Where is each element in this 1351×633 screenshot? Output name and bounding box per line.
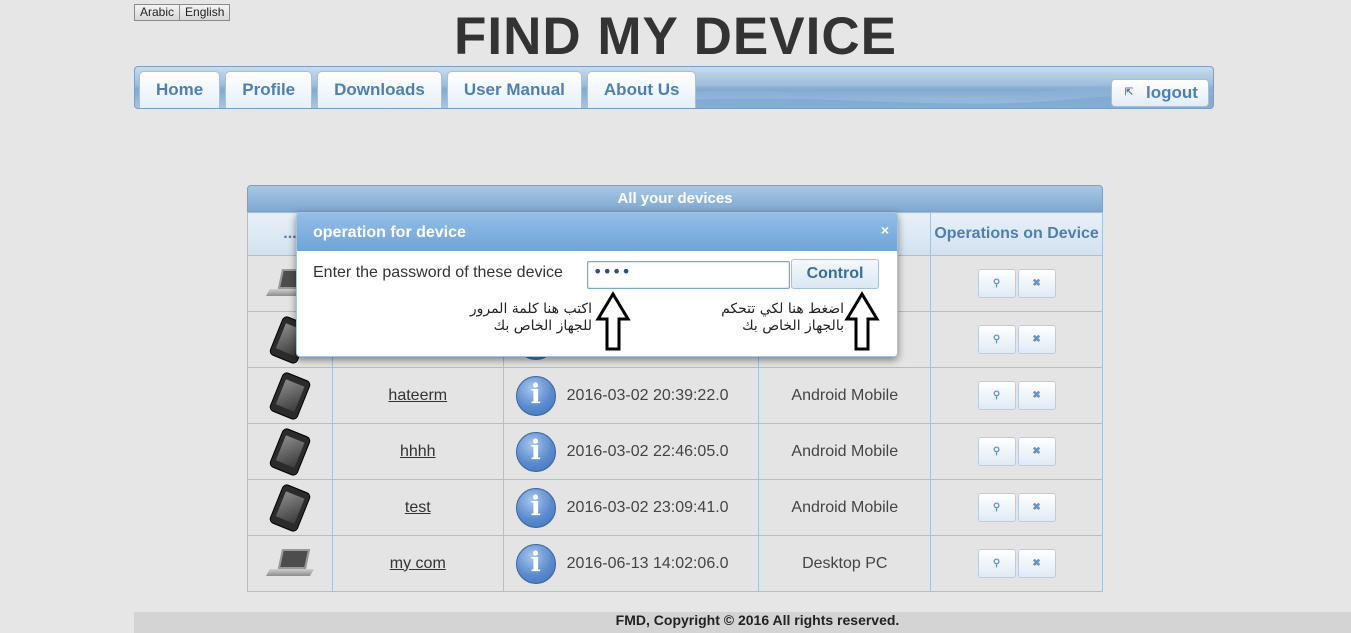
device-kind-cell: Android Mobile (758, 367, 932, 424)
phone-icon (268, 370, 312, 421)
nav-bar: Home Profile Downloads User Manual About… (134, 66, 1214, 109)
device-date: 2016-03-02 20:39:22.0 (566, 386, 729, 404)
info-icon[interactable]: i (515, 487, 556, 528)
delete-device-button[interactable]: ✖ (1017, 325, 1056, 354)
arrow-up-icon (844, 291, 880, 351)
delete-device-button[interactable]: ✖ (1017, 381, 1056, 410)
tab-home[interactable]: Home (139, 71, 221, 108)
info-icon[interactable]: i (515, 431, 556, 472)
device-kind-cell: Desktop PC (758, 535, 932, 592)
tab-about-us[interactable]: About Us (586, 71, 697, 108)
operations-cell: ⚲ ✖ (930, 535, 1103, 592)
search-icon: ⚲ (992, 334, 1001, 345)
device-date: 2016-06-13 14:02:06.0 (566, 554, 729, 572)
table-row: hateerm i 2016-03-02 20:39:22.0 Android M… (247, 367, 1103, 424)
device-type-cell (247, 423, 333, 480)
search-icon: ⚲ (992, 278, 1001, 289)
delete-device-button[interactable]: ✖ (1017, 549, 1056, 578)
device-name-cell: test (331, 479, 504, 536)
dialog-header: operation for device × (297, 213, 897, 251)
password-hint: اكتب هنا كلمة المرور للجهاز الخاص بك (469, 301, 592, 334)
delete-icon: ✖ (1032, 390, 1041, 401)
device-date-cell: i 2016-06-13 14:02:06.0 (502, 535, 760, 592)
control-hint: اضغط هنا لكي تتحكم بالجهاز الخاص بك (721, 301, 844, 334)
table-row: my com i 2016-06-13 14:02:06.0 Desktop PC… (247, 535, 1103, 592)
phone-icon (268, 426, 312, 477)
operations-cell: ⚲ ✖ (930, 367, 1103, 424)
search-device-button[interactable]: ⚲ (977, 437, 1016, 466)
device-name-link[interactable]: test (405, 499, 431, 516)
table-row: test i 2016-03-02 23:09:41.0 Android Mobi… (247, 479, 1103, 536)
operations-cell: ⚲ ✖ (930, 311, 1103, 368)
column-header-operations: Operations on Device (930, 212, 1103, 256)
device-date: 2016-03-02 22:46:05.0 (566, 442, 729, 460)
tab-profile[interactable]: Profile (225, 71, 313, 108)
search-device-button[interactable]: ⚲ (977, 549, 1016, 578)
operations-cell: ⚲ ✖ (930, 255, 1103, 312)
phone-icon (268, 482, 312, 533)
delete-device-button[interactable]: ✖ (1017, 437, 1056, 466)
search-device-button[interactable]: ⚲ (977, 381, 1016, 410)
search-device-button[interactable]: ⚲ (977, 493, 1016, 522)
dialog-title: operation for device (313, 224, 466, 241)
footer: FMD, Copyright © 2016 All rights reserve… (134, 612, 1351, 633)
delete-icon: ✖ (1032, 278, 1041, 289)
device-operation-dialog: operation for device × Enter the passwor… (296, 212, 898, 357)
device-name-cell: my com (331, 535, 504, 592)
device-date-cell: i 2016-03-02 23:09:41.0 (502, 479, 760, 536)
delete-icon: ✖ (1032, 334, 1041, 345)
device-name-cell: hateerm (331, 367, 504, 424)
search-device-button[interactable]: ⚲ (977, 269, 1016, 298)
search-icon: ⚲ (992, 502, 1001, 513)
device-date: 2016-03-02 23:09:41.0 (566, 498, 729, 516)
device-name-cell: hhhh (331, 423, 504, 480)
device-name-link[interactable]: hateerm (388, 387, 447, 404)
device-kind-cell: Android Mobile (758, 423, 932, 480)
operations-cell: ⚲ ✖ (930, 423, 1103, 480)
device-date-cell: i 2016-03-02 22:46:05.0 (502, 423, 760, 480)
logout-button[interactable]: ⇱ logout (1111, 79, 1209, 107)
control-button[interactable]: Control (791, 259, 879, 289)
search-device-button[interactable]: ⚲ (977, 325, 1016, 354)
tab-user-manual[interactable]: User Manual (446, 71, 582, 108)
table-row: hhhh i 2016-03-02 22:46:05.0 Android Mobi… (247, 423, 1103, 480)
info-icon[interactable]: i (515, 375, 556, 416)
delete-device-button[interactable]: ✖ (1017, 493, 1056, 522)
device-type-cell (247, 479, 333, 536)
password-label: Enter the password of these device (313, 264, 563, 281)
info-icon[interactable]: i (515, 543, 556, 584)
device-type-cell (247, 367, 333, 424)
delete-icon: ✖ (1032, 558, 1041, 569)
search-icon: ⚲ (992, 390, 1001, 401)
delete-device-button[interactable]: ✖ (1017, 269, 1056, 298)
external-link-icon: ⇱ (1124, 87, 1134, 98)
password-input[interactable]: •••• (587, 261, 790, 289)
laptop-icon (265, 548, 314, 579)
tab-downloads[interactable]: Downloads (317, 71, 442, 108)
close-icon[interactable]: × (881, 213, 889, 247)
search-icon: ⚲ (992, 446, 1001, 457)
device-date-cell: i 2016-03-02 20:39:22.0 (502, 367, 760, 424)
device-type-cell (247, 535, 333, 592)
delete-icon: ✖ (1032, 446, 1041, 457)
search-icon: ⚲ (992, 558, 1001, 569)
device-name-link[interactable]: my com (390, 555, 446, 572)
arrow-up-icon (595, 291, 631, 351)
logout-label: logout (1146, 83, 1198, 102)
device-name-link[interactable]: hhhh (400, 443, 436, 460)
delete-icon: ✖ (1032, 502, 1041, 513)
nav-tabs: Home Profile Downloads User Manual About… (139, 71, 697, 108)
operations-cell: ⚲ ✖ (930, 479, 1103, 536)
devices-caption: All your devices (247, 185, 1103, 212)
device-kind-cell: Android Mobile (758, 479, 932, 536)
site-title: FIND MY DEVICE (454, 7, 897, 66)
